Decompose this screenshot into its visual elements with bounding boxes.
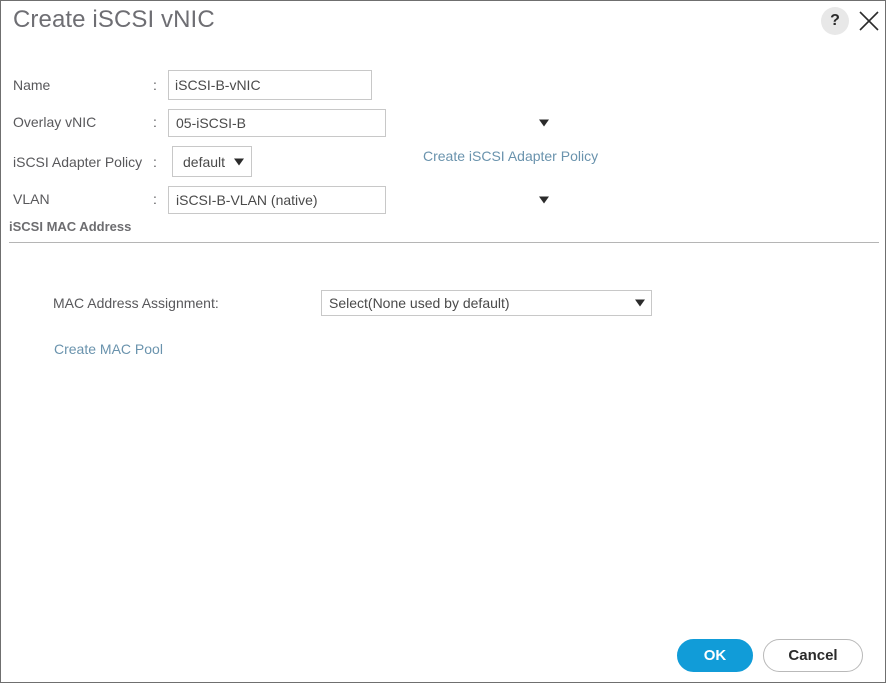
adapter-policy-value: default	[183, 153, 226, 170]
cancel-button[interactable]: Cancel	[763, 639, 863, 672]
chevron-down-icon	[539, 196, 549, 204]
name-colon: :	[153, 77, 157, 93]
question-mark-icon: ?	[830, 12, 840, 29]
create-iscsi-adapter-policy-link[interactable]: Create iSCSI Adapter Policy	[423, 148, 598, 164]
page-title: Create iSCSI vNIC	[13, 6, 215, 33]
chevron-down-icon	[234, 158, 244, 165]
mac-address-assignment-value: Select(None used by default)	[329, 295, 510, 311]
adapter-policy-colon: :	[153, 154, 157, 170]
ok-button[interactable]: OK	[677, 639, 753, 672]
chevron-down-icon	[539, 119, 549, 127]
overlay-vnic-colon: :	[153, 114, 157, 130]
mac-address-section-title: iSCSI MAC Address	[9, 219, 132, 234]
dialog-footer: OK Cancel	[1, 626, 885, 682]
dialog-titlebar: Create iSCSI vNIC ?	[1, 1, 885, 47]
chevron-down-icon	[635, 299, 645, 307]
vlan-label: VLAN	[13, 191, 50, 207]
adapter-policy-select[interactable]: default	[172, 146, 252, 177]
create-mac-pool-link[interactable]: Create MAC Pool	[54, 341, 163, 357]
adapter-policy-label: iSCSI Adapter Policy	[13, 154, 143, 170]
vlan-value: iSCSI-B-VLAN (native)	[176, 192, 318, 208]
help-button[interactable]: ?	[821, 7, 849, 35]
mac-address-assignment-label: MAC Address Assignment:	[53, 295, 219, 311]
name-input[interactable]	[168, 70, 372, 100]
vlan-colon: :	[153, 191, 157, 207]
overlay-vnic-value: 05-iSCSI-B	[176, 115, 247, 131]
close-button[interactable]	[856, 8, 882, 34]
overlay-vnic-select[interactable]: 05-iSCSI-B	[168, 109, 549, 137]
mac-address-assignment-select[interactable]: Select(None used by default)	[321, 290, 652, 316]
overlay-vnic-label: Overlay vNIC	[13, 114, 97, 130]
close-icon	[859, 11, 879, 31]
create-iscsi-vnic-dialog: Create iSCSI vNIC ? Name : Overlay vNIC …	[0, 0, 886, 683]
section-divider	[9, 242, 879, 243]
vlan-select[interactable]: iSCSI-B-VLAN (native)	[168, 186, 549, 214]
name-label: Name	[13, 77, 51, 93]
